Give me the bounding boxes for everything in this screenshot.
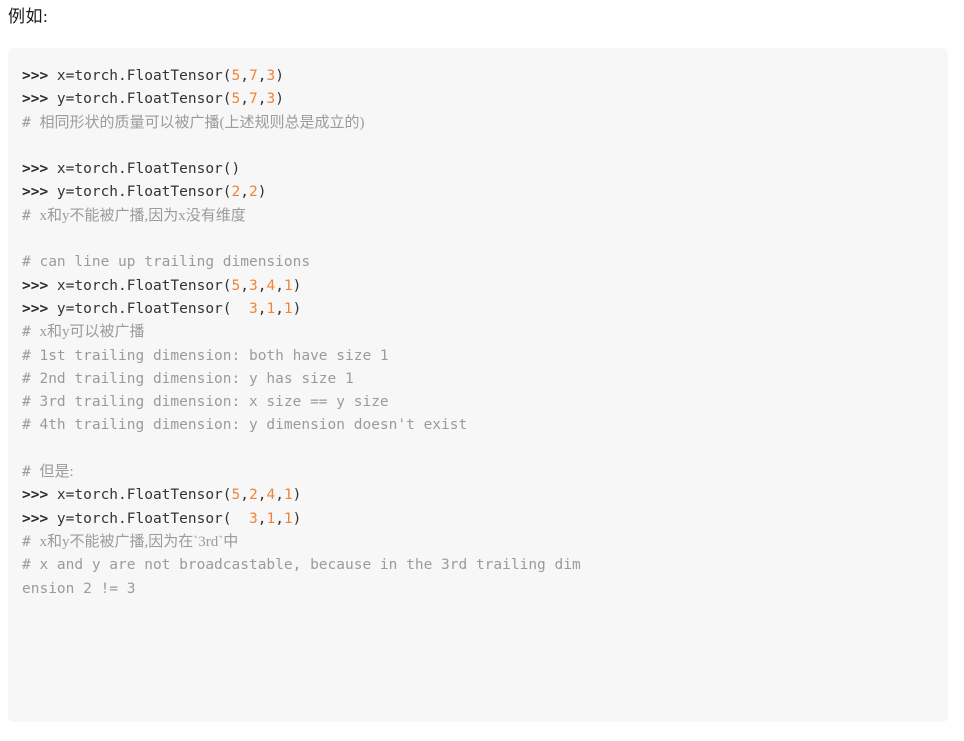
code-token-plain: , <box>240 68 249 84</box>
code-token-num: 7 <box>249 91 258 108</box>
code-line: # 1st trailing dimension: both have size… <box>22 345 934 368</box>
page-title: 例如: <box>8 7 49 26</box>
code-line: >>> y=torch.FloatTensor(5,7,3) <box>22 88 934 111</box>
code-token-plain: , <box>275 510 284 527</box>
code-token-comment: # <box>22 114 40 131</box>
code-token-num: 1 <box>283 510 293 527</box>
code-token-cjk: 相同形状的质量可以被广播(上述规则总是成立的) <box>39 114 365 131</box>
code-token-plain: x=torch.FloatTensor( <box>56 487 232 504</box>
code-listing: >>> x=torch.FloatTensor(5,7,3) >>> y=torc… <box>8 65 948 601</box>
document-page: 例如: >>> x=torch.FloatTensor(5,7,3) >>> y=… <box>0 0 964 741</box>
code-token-plain: ) <box>257 184 267 201</box>
code-token-num: 1 <box>266 510 276 527</box>
code-line: # x and y are not broadcastable, because… <box>22 554 934 577</box>
code-line: >>> x=torch.FloatTensor(5,3,4,1) <box>22 275 934 298</box>
code-token-comment: # 3rd trailing dimension: x size == y si… <box>22 394 389 411</box>
code-line: ension 2 != 3 <box>22 578 934 601</box>
code-blank-line: ​ <box>22 438 934 461</box>
code-token-comment: # <box>22 324 40 341</box>
code-token-prompt: >>> <box>22 184 57 201</box>
code-token-plain: , <box>240 184 249 201</box>
code-token-num: 1 <box>283 300 293 317</box>
code-token-cjk: x和y不能被广播,因为x没有维度 <box>39 207 246 224</box>
code-line: # can line up trailing dimensions <box>22 251 934 274</box>
code-token-comment: # 2nd trailing dimension: y has size 1 <box>22 370 354 387</box>
code-line: # 相同形状的质量可以被广播(上述规则总是成立的) <box>22 112 934 135</box>
code-token-prompt: >>> <box>22 68 57 84</box>
code-line: >>> y=torch.FloatTensor( 3,1,1) <box>22 508 934 531</box>
code-line: >>> x=torch.FloatTensor() <box>22 158 934 181</box>
code-token-comment: # <box>22 207 40 224</box>
code-blank-line: ​ <box>22 135 934 158</box>
code-token-num: 3 <box>266 91 276 108</box>
code-token-plain: , <box>240 277 249 294</box>
code-token-num: 7 <box>249 68 258 84</box>
code-token-plain: ) <box>292 300 302 317</box>
code-token-comment: # can line up trailing dimensions <box>22 254 311 271</box>
code-line: # 4th trailing dimension: y dimension do… <box>22 414 934 437</box>
code-token-plain: x=torch.FloatTensor( <box>56 277 232 294</box>
code-line: >>> x=torch.FloatTensor(5,7,3) <box>22 65 934 88</box>
code-token-plain: , <box>275 487 284 504</box>
code-line: # x和y可以被广播 <box>22 321 934 344</box>
code-token-plain: y=torch.FloatTensor( <box>56 91 232 108</box>
code-token-plain: x=torch.FloatTensor( <box>56 68 232 84</box>
code-token-num: 5 <box>231 277 241 294</box>
code-token-num: 1 <box>283 277 293 294</box>
code-token-comment: # <box>22 533 40 550</box>
code-token-comment: # x and y are not broadcastable, because… <box>22 557 581 574</box>
code-token-plain: x=torch.FloatTensor() <box>56 161 241 178</box>
code-blank-line: ​ <box>22 228 934 251</box>
code-line: # 3rd trailing dimension: x size == y si… <box>22 391 934 414</box>
code-token-prompt: >>> <box>22 487 57 504</box>
code-token-plain: , <box>275 300 284 317</box>
code-token-comment: # <box>22 464 40 481</box>
code-token-num: 5 <box>231 91 241 108</box>
code-token-num: 2 <box>231 184 241 201</box>
code-token-prompt: >>> <box>22 91 57 108</box>
code-token-prompt: >>> <box>22 300 57 317</box>
code-token-num: 3 <box>249 277 258 294</box>
code-line: # x和y不能被广播,因为x没有维度 <box>22 205 934 228</box>
code-token-num: 2 <box>249 184 258 201</box>
code-token-plain: ) <box>292 277 302 294</box>
code-token-plain: ) <box>275 91 284 108</box>
code-token-plain: , <box>240 487 249 504</box>
code-token-num: 3 <box>266 68 276 84</box>
code-token-comment: # 1st trailing dimension: both have size… <box>22 347 389 364</box>
code-token-plain: y=torch.FloatTensor( <box>56 510 249 527</box>
code-token-num: 3 <box>248 510 258 527</box>
code-token-plain: y=torch.FloatTensor( <box>56 300 249 317</box>
code-token-cjk: x和y不能被广播,因为在`3rd`中 <box>39 533 239 550</box>
code-token-cjk: x和y可以被广播 <box>39 324 145 341</box>
code-line: # 2nd trailing dimension: y has size 1 <box>22 368 934 391</box>
code-token-num: 3 <box>248 300 258 317</box>
code-token-num: 4 <box>266 487 276 504</box>
code-token-plain: , <box>240 91 249 108</box>
code-line: >>> x=torch.FloatTensor(5,2,4,1) <box>22 484 934 507</box>
code-token-num: 5 <box>231 68 241 84</box>
code-token-prompt: >>> <box>22 510 57 527</box>
code-token-comment: # 4th trailing dimension: y dimension do… <box>22 417 468 434</box>
code-block: >>> x=torch.FloatTensor(5,7,3) >>> y=torc… <box>8 48 948 722</box>
code-token-comment: ension 2 != 3 <box>22 580 136 597</box>
code-token-plain: , <box>275 277 284 294</box>
code-token-prompt: >>> <box>22 161 57 178</box>
code-token-num: 1 <box>283 487 293 504</box>
code-token-num: 2 <box>249 487 258 504</box>
code-line: # x和y不能被广播,因为在`3rd`中 <box>22 531 934 554</box>
code-token-num: 4 <box>266 277 276 294</box>
code-token-num: 1 <box>266 300 276 317</box>
code-token-plain: y=torch.FloatTensor( <box>56 184 232 201</box>
code-token-plain: ) <box>292 510 302 527</box>
code-token-plain: ) <box>275 68 284 84</box>
code-line: >>> y=torch.FloatTensor(2,2) <box>22 181 934 204</box>
code-token-cjk: 但是: <box>39 464 74 481</box>
code-line: >>> y=torch.FloatTensor( 3,1,1) <box>22 298 934 321</box>
code-line: # 但是: <box>22 461 934 484</box>
code-token-prompt: >>> <box>22 277 57 294</box>
code-token-num: 5 <box>231 487 241 504</box>
code-token-plain: ) <box>292 487 302 504</box>
